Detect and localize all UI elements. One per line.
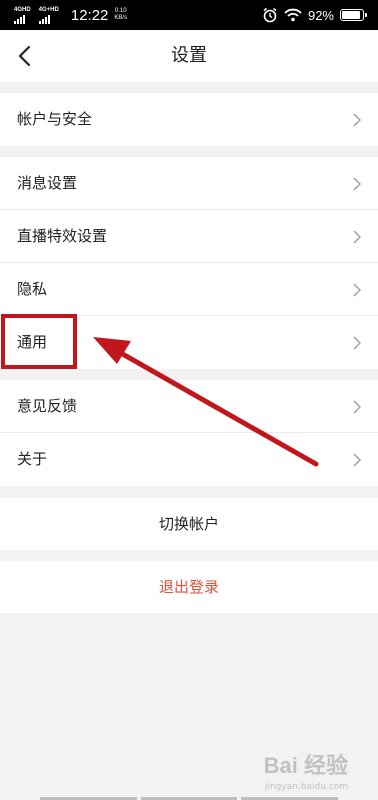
list-item-about[interactable]: 关于 <box>0 433 378 486</box>
network-speed-unit: KB/s <box>114 15 128 21</box>
signal-1: 4GHD <box>14 7 31 24</box>
signal-bars-icon <box>38 14 50 24</box>
chevron-right-icon <box>353 177 362 191</box>
signal-bars-icon <box>14 14 25 24</box>
chevron-right-icon <box>353 113 362 127</box>
signal-1-label: 4GHD <box>14 6 31 13</box>
network-speed-value: 0.10 <box>114 8 127 14</box>
page-title: 设置 <box>171 45 207 66</box>
alarm-icon <box>263 7 277 23</box>
battery-icon <box>340 9 367 21</box>
list-item-label: 意见反馈 <box>17 397 78 415</box>
chevron-right-icon <box>353 453 362 467</box>
list-item-account-security[interactable]: 帐户与安全 <box>0 93 378 146</box>
signal-2: 4G+HD <box>38 6 59 24</box>
list-item-label: 关于 <box>17 450 48 468</box>
list-item-privacy[interactable]: 隐私 <box>0 263 378 316</box>
battery-percent: 92% <box>307 7 334 23</box>
list-item-feedback[interactable]: 意见反馈 <box>0 380 378 433</box>
list-item-label: 帐户与安全 <box>17 110 93 128</box>
list-item-message-settings[interactable]: 消息设置 <box>0 157 378 210</box>
annotation-highlight-box <box>1 314 77 369</box>
settings-group-account: 帐户与安全 <box>0 93 378 146</box>
chevron-right-icon <box>353 400 362 414</box>
network-speed: 0.10 KB/s <box>114 8 127 22</box>
battery-fill <box>342 11 361 19</box>
list-item-label: 隐私 <box>17 280 48 298</box>
chevron-right-icon <box>353 336 362 350</box>
logout-button[interactable]: 退出登录 <box>0 561 378 613</box>
list-item-label: 直播特效设置 <box>17 227 108 245</box>
wifi-icon <box>284 8 302 22</box>
switch-account-button[interactable]: 切换帐户 <box>0 498 378 550</box>
clock: 12:22 <box>70 6 109 24</box>
chevron-right-icon <box>353 230 362 244</box>
watermark-logo: Bai 经验 <box>263 753 348 778</box>
chevron-right-icon <box>353 283 362 297</box>
watermark-url: jingyan.baidu.com <box>264 782 348 792</box>
signal-2-label: 4G+HD <box>38 6 59 13</box>
list-item-label: 消息设置 <box>17 174 78 192</box>
settings-group-support: 意见反馈 关于 <box>0 380 378 486</box>
status-bar: 4GHD 4G+HD 12:22 0.10 KB/s 92% <box>0 0 378 30</box>
list-item-live-effects-settings[interactable]: 直播特效设置 <box>0 210 378 263</box>
header-bar: 设置 <box>0 30 378 82</box>
